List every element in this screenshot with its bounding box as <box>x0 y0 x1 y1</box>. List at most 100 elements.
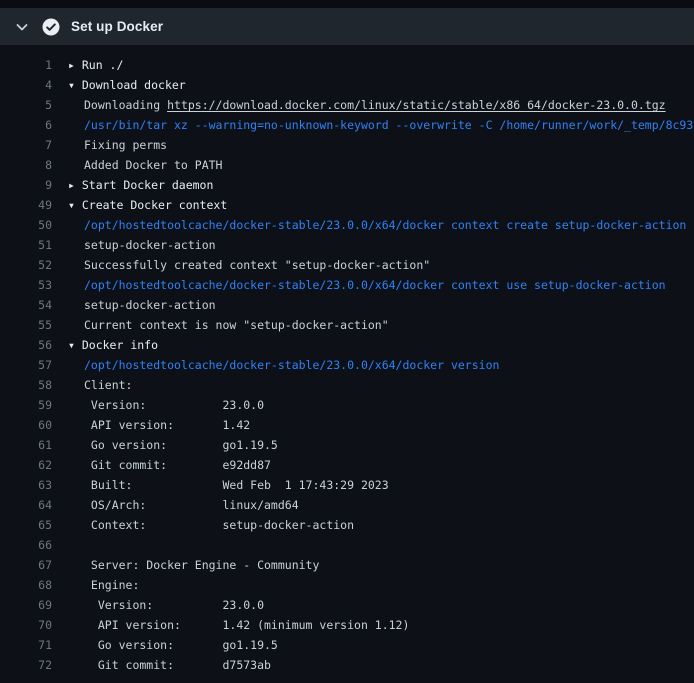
log-text: Client: <box>68 375 132 395</box>
log-line: 6/usr/bin/tar xz --warning=no-unknown-ke… <box>0 115 694 135</box>
log-line: 64 OS/Arch: linux/amd64 <box>0 495 694 515</box>
line-number[interactable]: 54 <box>10 295 68 315</box>
line-number[interactable]: 56 <box>10 335 68 355</box>
line-number[interactable]: 64 <box>10 495 68 515</box>
log-text <box>68 535 84 555</box>
line-number[interactable]: 68 <box>10 575 68 595</box>
log-line: 63 Built: Wed Feb 1 17:43:29 2023 <box>0 475 694 495</box>
line-number[interactable]: 67 <box>10 555 68 575</box>
line-number[interactable]: 72 <box>10 655 68 675</box>
command-text: /opt/hostedtoolcache/docker-stable/23.0.… <box>68 275 666 295</box>
group-label: Create Docker context <box>82 198 227 212</box>
triangle-down-icon[interactable]: ▾ <box>68 78 82 92</box>
line-number[interactable]: 55 <box>10 315 68 335</box>
line-number[interactable]: 58 <box>10 375 68 395</box>
line-number[interactable]: 6 <box>10 115 68 135</box>
log-text: Engine: <box>68 575 139 595</box>
line-number[interactable]: 69 <box>10 595 68 615</box>
log-line: 61 Go version: go1.19.5 <box>0 435 694 455</box>
log-group-header[interactable]: ▸ Start Docker daemon <box>68 175 213 195</box>
line-number[interactable]: 63 <box>10 475 68 495</box>
line-number[interactable]: 52 <box>10 255 68 275</box>
line-number[interactable]: 49 <box>10 195 68 215</box>
log-link[interactable]: https://download.docker.com/linux/static… <box>167 98 666 112</box>
line-number[interactable]: 4 <box>10 75 68 95</box>
line-number[interactable]: 66 <box>10 535 68 555</box>
log-line: 53/opt/hostedtoolcache/docker-stable/23.… <box>0 275 694 295</box>
line-number[interactable]: 51 <box>10 235 68 255</box>
line-number[interactable]: 61 <box>10 435 68 455</box>
line-number[interactable]: 71 <box>10 635 68 655</box>
command-text: /usr/bin/tar xz --warning=no-unknown-key… <box>68 115 693 135</box>
log-text: Version: 23.0.0 <box>68 395 264 415</box>
log-line: 60 API version: 1.42 <box>0 415 694 435</box>
log-text: setup-docker-action <box>68 235 216 255</box>
check-circle-icon <box>42 18 60 36</box>
group-label: Download docker <box>82 78 186 92</box>
log-line: 55Current context is now "setup-docker-a… <box>0 315 694 335</box>
line-number[interactable]: 7 <box>10 135 68 155</box>
log-group-header[interactable]: ▾ Docker info <box>68 335 158 355</box>
line-number[interactable]: 59 <box>10 395 68 415</box>
triangle-down-icon[interactable]: ▾ <box>68 198 82 212</box>
log-text: OS/Arch: linux/amd64 <box>68 495 299 515</box>
log-text: Server: Docker Engine - Community <box>68 555 319 575</box>
log-text: Downloading https://download.docker.com/… <box>68 95 666 115</box>
line-number[interactable]: 62 <box>10 455 68 475</box>
triangle-down-icon[interactable]: ▾ <box>68 338 82 352</box>
log-line: 8Added Docker to PATH <box>0 155 694 175</box>
log-line: 4▾ Download docker <box>0 75 694 95</box>
log-text: Go version: go1.19.5 <box>68 635 278 655</box>
log-line: 72 Git commit: d7573ab <box>0 655 694 675</box>
log-text: Current context is now "setup-docker-act… <box>68 315 389 335</box>
log-text: Version: 23.0.0 <box>68 595 264 615</box>
line-number[interactable]: 5 <box>10 95 68 115</box>
group-label: Run ./ <box>82 58 124 72</box>
log-text-segment: Downloading <box>84 98 167 112</box>
top-strip <box>0 0 694 8</box>
line-number[interactable]: 50 <box>10 215 68 235</box>
step-header[interactable]: Set up Docker <box>0 8 694 45</box>
log-line: 71 Go version: go1.19.5 <box>0 635 694 655</box>
line-number[interactable]: 57 <box>10 355 68 375</box>
log-text: Git commit: e92dd87 <box>68 455 271 475</box>
line-number[interactable]: 8 <box>10 155 68 175</box>
log-text: setup-docker-action <box>68 295 216 315</box>
line-number[interactable]: 53 <box>10 275 68 295</box>
line-number[interactable]: 9 <box>10 175 68 195</box>
log-text: Context: setup-docker-action <box>68 515 354 535</box>
log-line: 68 Engine: <box>0 575 694 595</box>
line-number[interactable]: 1 <box>10 55 68 75</box>
line-number[interactable]: 60 <box>10 415 68 435</box>
command-text: /opt/hostedtoolcache/docker-stable/23.0.… <box>68 355 499 375</box>
log-text: API version: 1.42 <box>68 415 250 435</box>
log-group-header[interactable]: ▸ Run ./ <box>68 55 123 75</box>
log-line: 58Client: <box>0 375 694 395</box>
log-group-header[interactable]: ▾ Create Docker context <box>68 195 227 215</box>
line-number[interactable]: 65 <box>10 515 68 535</box>
log-text: Git commit: d7573ab <box>68 655 271 675</box>
line-number[interactable]: 70 <box>10 615 68 635</box>
triangle-right-icon[interactable]: ▸ <box>68 178 82 192</box>
log-text: Fixing perms <box>68 135 167 155</box>
log-line: 70 API version: 1.42 (minimum version 1.… <box>0 615 694 635</box>
log-line: 69 Version: 23.0.0 <box>0 595 694 615</box>
log-group-header[interactable]: ▾ Download docker <box>68 75 186 95</box>
log-line: 50/opt/hostedtoolcache/docker-stable/23.… <box>0 215 694 235</box>
log-line: 57/opt/hostedtoolcache/docker-stable/23.… <box>0 355 694 375</box>
step-title: Set up Docker <box>71 19 163 34</box>
log-text: Added Docker to PATH <box>68 155 222 175</box>
log-line: 56▾ Docker info <box>0 335 694 355</box>
log-line: 5Downloading https://download.docker.com… <box>0 95 694 115</box>
group-label: Docker info <box>82 338 158 352</box>
log-line: 52Successfully created context "setup-do… <box>0 255 694 275</box>
log-line: 7Fixing perms <box>0 135 694 155</box>
log-text: Built: Wed Feb 1 17:43:29 2023 <box>68 475 389 495</box>
triangle-right-icon[interactable]: ▸ <box>68 58 82 72</box>
log-line: 49▾ Create Docker context <box>0 195 694 215</box>
chevron-down-icon[interactable] <box>14 19 30 35</box>
log-text: Successfully created context "setup-dock… <box>68 255 430 275</box>
log-line: 54setup-docker-action <box>0 295 694 315</box>
log-text: API version: 1.42 (minimum version 1.12) <box>68 615 409 635</box>
command-text: /opt/hostedtoolcache/docker-stable/23.0.… <box>68 215 686 235</box>
